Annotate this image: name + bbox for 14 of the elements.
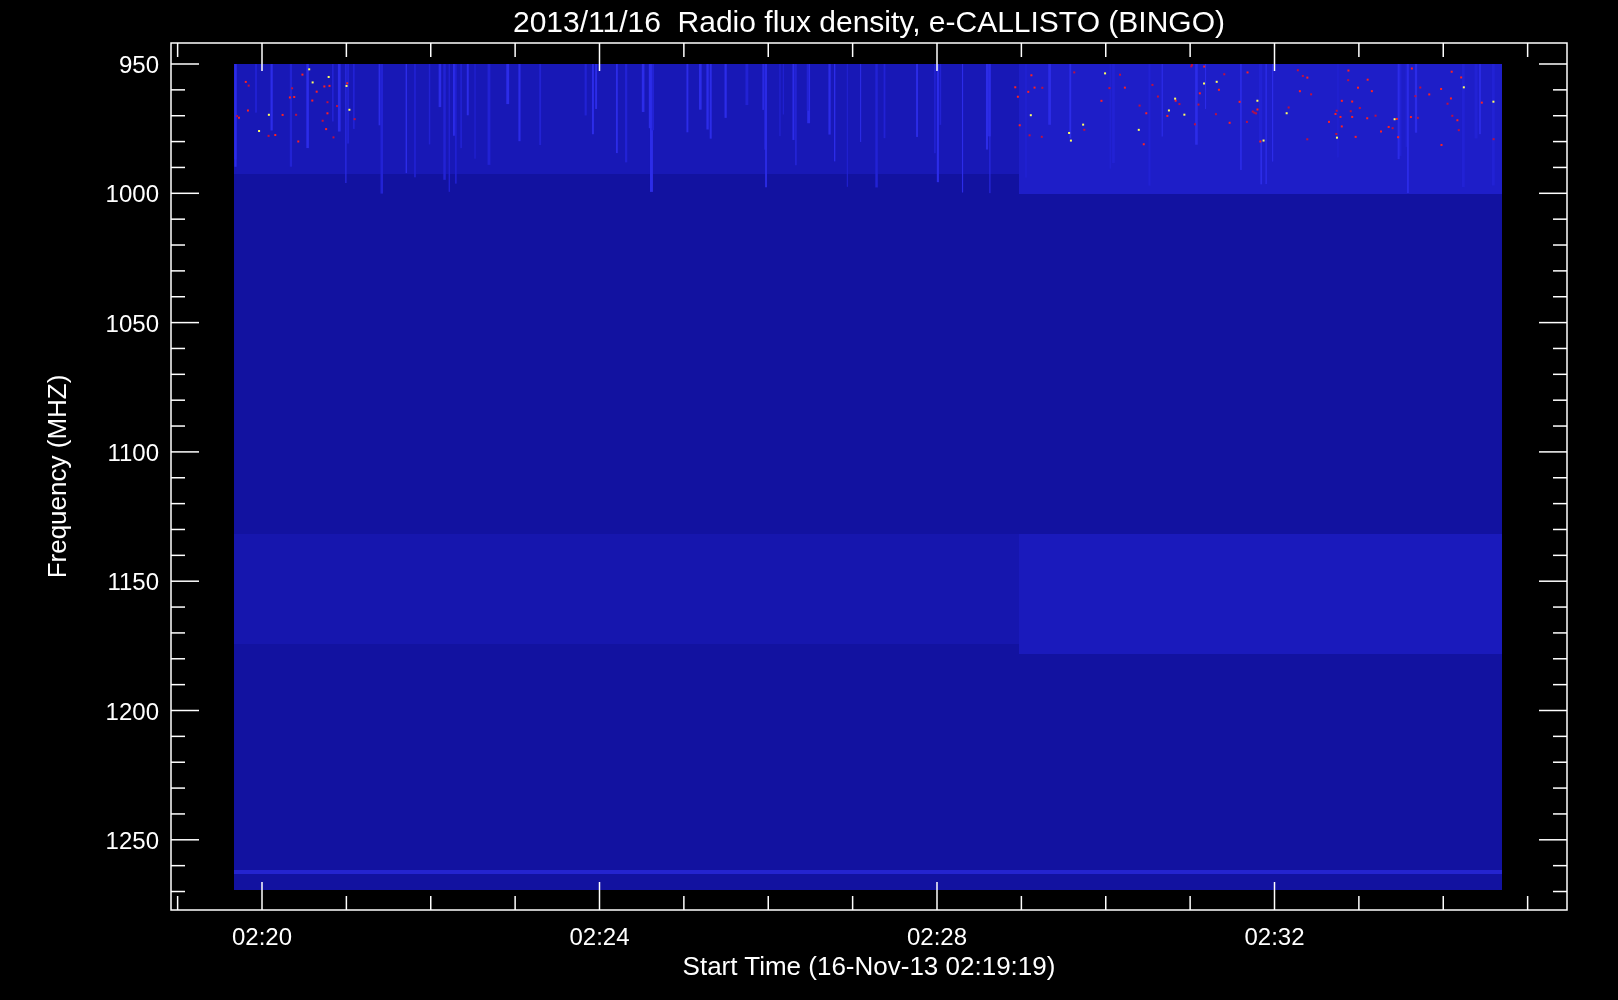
y-tick-label: 1100 [107, 438, 159, 466]
y-tick-label: 1200 [105, 697, 159, 725]
y-tick-label: 1150 [107, 568, 159, 596]
x-tick-label: 02:20 [231, 923, 293, 950]
x-tick-label: 02:28 [906, 923, 968, 950]
y-tick-label: 1250 [105, 826, 159, 854]
y-tick-label: 1000 [105, 180, 159, 208]
x-tick-label: 02:32 [1244, 923, 1305, 950]
x-axis-label: Start Time (16-Nov-13 02:19:19) [682, 951, 1056, 981]
chart-title: 2013/11/16 Radio flux density, e-CALLISTO (BINGO) [513, 5, 1225, 38]
y-tick-label: 950 [118, 51, 159, 78]
y-axis-label: Frequency (MHZ) [42, 374, 72, 579]
x-tick-label: 02:24 [569, 923, 630, 950]
y-tick-label: 1050 [105, 309, 159, 337]
